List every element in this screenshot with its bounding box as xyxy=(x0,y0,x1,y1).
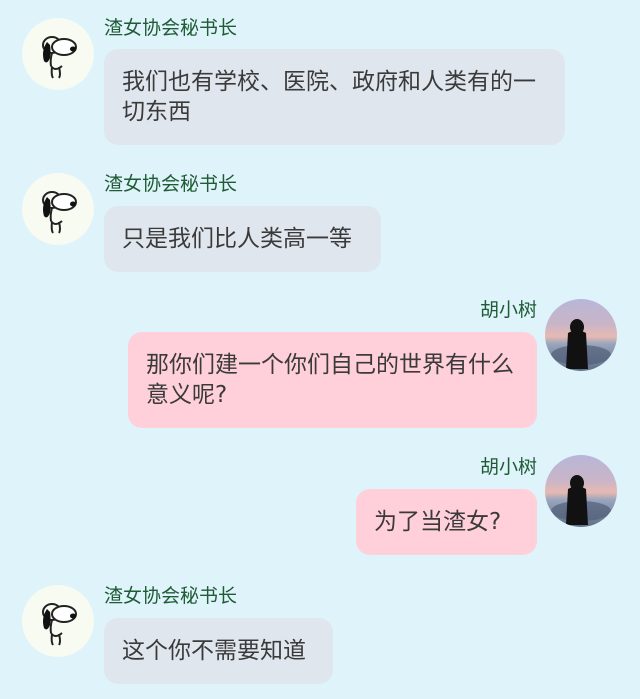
sender-name: 胡小树 xyxy=(479,299,537,321)
sender-name: 渣女协会秘书长 xyxy=(104,585,238,607)
sender-name: 渣女协会秘书长 xyxy=(104,173,238,195)
message-bubble[interactable]: 我们也有学校、医院、政府和人类有的一切东西 xyxy=(104,49,565,145)
message-bubble[interactable]: 为了当渣女? xyxy=(356,489,537,555)
sunset-girl-avatar-icon[interactable] xyxy=(545,455,617,527)
snoopy-avatar-icon[interactable] xyxy=(22,585,94,657)
snoopy-avatar-icon[interactable] xyxy=(22,18,94,90)
snoopy-avatar-icon[interactable] xyxy=(22,173,94,245)
message-bubble[interactable]: 这个你不需要知道 xyxy=(104,618,333,684)
message-bubble[interactable]: 只是我们比人类高一等 xyxy=(104,206,381,272)
message-bubble[interactable]: 那你们建一个你们自己的世界有什么意义呢? xyxy=(128,332,537,428)
sender-name: 胡小树 xyxy=(479,456,537,478)
sunset-girl-avatar-icon[interactable] xyxy=(545,299,617,371)
sender-name: 渣女协会秘书长 xyxy=(104,17,238,39)
